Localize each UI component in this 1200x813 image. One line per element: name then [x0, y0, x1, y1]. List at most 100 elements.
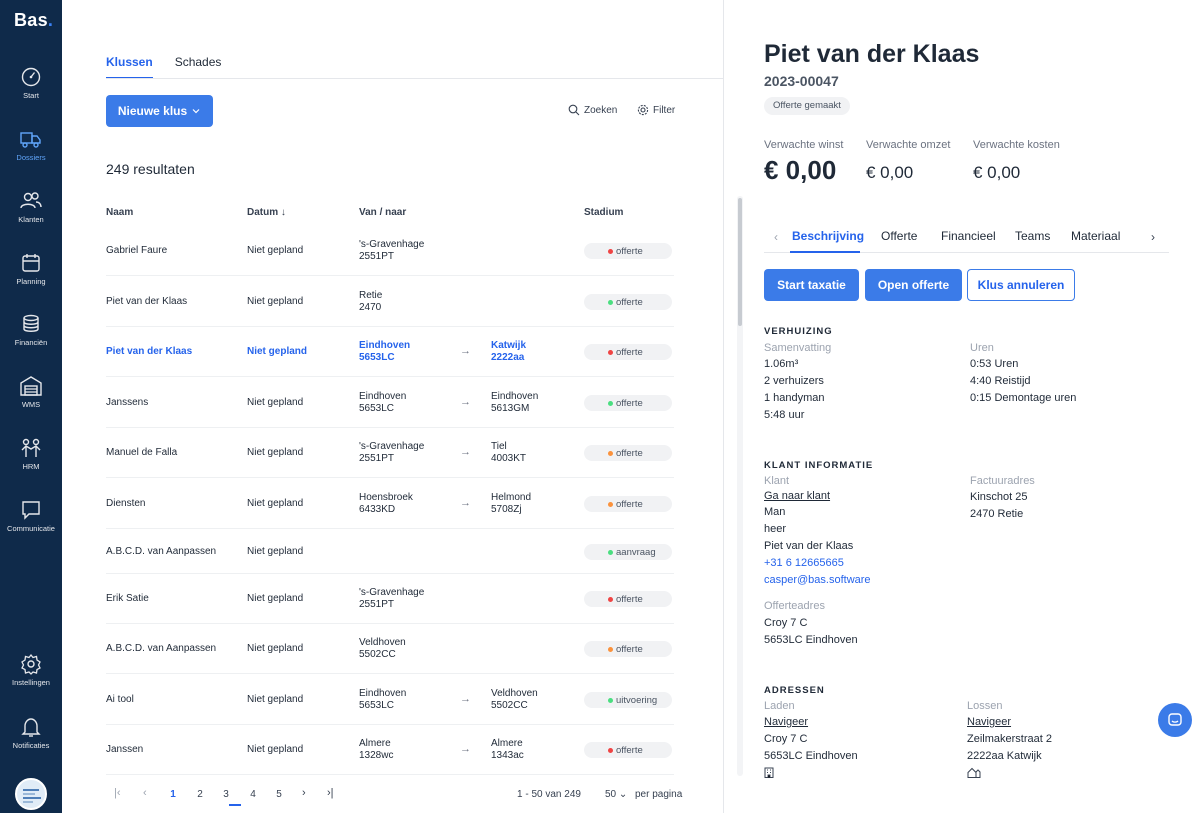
start-valuation-button[interactable]: Start taxatie — [764, 269, 859, 301]
open-quote-button[interactable]: Open offerte — [865, 269, 962, 301]
support-chat-button[interactable] — [1158, 703, 1192, 737]
page-range: 1 - 50 van 249 — [517, 789, 581, 800]
page-5[interactable]: 5 — [272, 789, 286, 800]
table-row[interactable]: A.B.C.D. van Aanpassen Niet gepland Veldho… — [106, 624, 674, 674]
chevron-right-icon[interactable]: › — [1151, 230, 1155, 244]
page-4[interactable]: 4 — [246, 789, 260, 800]
unload-navigate-link[interactable]: Navigeer — [967, 714, 1011, 731]
hours-disassembly: 0:15 Demontage uren — [970, 392, 1077, 404]
per-page-select[interactable]: 50 ⌄ — [605, 789, 627, 800]
row-to-zip: 2222aa — [491, 352, 525, 363]
status-dot-icon — [608, 350, 613, 355]
load-navigate-link[interactable]: Navigeer — [764, 714, 808, 731]
table-row[interactable]: Erik Satie Niet gepland 's-Gravenhage 2551P… — [106, 574, 674, 624]
truck-icon — [20, 132, 41, 148]
tab-offerte[interactable]: Offerte — [881, 229, 917, 243]
client-name-title: Piet van der Klaas — [764, 40, 980, 68]
next-page-icon[interactable]: › — [302, 787, 306, 799]
user-avatar[interactable] — [15, 778, 47, 810]
nav-item-hrm[interactable]: HRM — [0, 437, 62, 471]
new-job-button[interactable]: Nieuwe klus — [106, 95, 213, 127]
filter-button[interactable]: Filter — [637, 104, 675, 116]
stage-badge: offerte — [584, 294, 672, 310]
bell-icon — [21, 718, 41, 737]
hours-travel: 4:40 Reistijd — [970, 375, 1031, 387]
nav-item-klanten[interactable]: Klanten — [0, 190, 62, 224]
nav-item-planning[interactable]: Planning — [0, 252, 62, 286]
chevron-down-icon — [192, 109, 200, 114]
page-3[interactable]: 3 — [219, 789, 233, 800]
results-count: 249 resultaten — [106, 161, 195, 177]
arrow-right-icon: → — [460, 497, 471, 509]
column-header-name[interactable]: Naam — [106, 207, 133, 218]
per-page-label: per pagina — [635, 789, 683, 800]
nav-item-communicatie[interactable]: Communicatie — [0, 499, 62, 533]
stage-label: offerte — [616, 245, 643, 257]
chevron-left-icon[interactable]: ‹ — [774, 230, 778, 244]
page-2[interactable]: 2 — [193, 789, 207, 800]
table-row[interactable]: Janssen Niet gepland Almere 1328wc → Almere 13… — [106, 725, 674, 775]
stage-badge: offerte — [584, 496, 672, 512]
status-dot-icon — [608, 698, 613, 703]
calendar-icon — [22, 254, 40, 272]
row-date: Niet gepland — [247, 296, 304, 307]
prev-page-icon[interactable]: ‹ — [143, 787, 147, 799]
nav-label: Klanten — [18, 215, 44, 224]
arrow-right-icon: → — [460, 743, 471, 755]
table-row[interactable]: Piet van der Klaas Niet gepland Eindhoven 5… — [106, 327, 674, 377]
chevron-down-icon: ⌄ — [618, 789, 628, 800]
cancel-job-button[interactable]: Klus annuleren — [967, 269, 1075, 301]
sidebar: Bas. Start Dossiers Klanten Planning Fin… — [0, 0, 62, 813]
table-row[interactable]: Manuel de Falla Niet gepland 's-Gravenhage… — [106, 428, 674, 478]
nav-item-instellingen[interactable]: Instellingen — [0, 653, 62, 687]
metric-value-revenue: € 0,00 — [866, 163, 914, 182]
metric-value-costs: € 0,00 — [973, 163, 1021, 182]
row-to-zip: 5613GM — [491, 403, 530, 414]
stage-label: offerte — [616, 643, 643, 655]
tab-financieel[interactable]: Financieel — [941, 229, 996, 243]
stage-label: offerte — [616, 447, 643, 459]
go-to-client-link[interactable]: Ga naar klant — [764, 488, 830, 505]
table-row[interactable]: Ai tool Niet gepland Eindhoven 5653LC → Veldh… — [106, 674, 674, 725]
search-button[interactable]: Zoeken — [568, 104, 617, 116]
column-header-stage[interactable]: Stadium — [584, 207, 623, 218]
tab-materiaal[interactable]: Materiaal — [1071, 229, 1120, 243]
nav-item-start[interactable]: Start — [0, 66, 62, 100]
row-to-city: Veldhoven — [491, 688, 538, 699]
nav-label: Start — [23, 91, 39, 100]
tab-klussen[interactable]: Klussen — [106, 55, 153, 79]
column-header-date[interactable]: Datum ↓ — [247, 207, 286, 218]
table-row[interactable]: Janssens Niet gepland Eindhoven 5653LC → Eind… — [106, 377, 674, 428]
nav-item-dossiers[interactable]: Dossiers — [0, 128, 62, 162]
quote-city: 5653LC Eindhoven — [764, 634, 858, 646]
table-row[interactable]: Gabriel Faure Niet gepland 's-Gravenhage 25… — [106, 226, 674, 276]
table-row[interactable]: Piet van der Klaas Niet gepland Retie 2470 o… — [106, 276, 674, 327]
page-1[interactable]: 1 — [166, 789, 180, 800]
nav-item-notificaties[interactable]: Notificaties — [0, 716, 62, 750]
row-name: Piet van der Klaas — [106, 296, 188, 307]
tab-beschrijving[interactable]: Beschrijving — [792, 229, 864, 243]
column-header-route[interactable]: Van / naar — [359, 207, 406, 218]
unload-street: Zeilmakerstraat 2 — [967, 733, 1052, 745]
row-date: Niet gepland — [247, 498, 304, 509]
nav-item-wms[interactable]: WMS — [0, 375, 62, 409]
section-title-addresses: ADRESSEN — [764, 685, 825, 696]
nav-label: Dossiers — [16, 153, 46, 162]
client-email-link[interactable]: casper@bas.software — [764, 572, 871, 589]
tab-teams[interactable]: Teams — [1015, 229, 1050, 243]
unload-city: 2222aa Katwijk — [967, 750, 1042, 762]
row-to-zip: 5708Zj — [491, 504, 522, 515]
table-row[interactable]: A.B.C.D. van Aanpassen Niet gepland aanvra… — [106, 529, 674, 574]
table-row[interactable]: Diensten Niet gepland Hoensbroek 6433KD → Hel… — [106, 478, 674, 529]
client-phone-link[interactable]: +31 6 12665665 — [764, 555, 844, 572]
nav-label: Planning — [16, 277, 46, 286]
stage-badge: offerte — [584, 344, 672, 360]
gear-icon — [21, 653, 41, 675]
first-page-icon[interactable]: |‹ — [114, 787, 121, 799]
stage-badge: uitvoering — [584, 692, 672, 708]
row-from-city: 's-Gravenhage — [359, 441, 425, 452]
tab-schades[interactable]: Schades — [175, 55, 222, 79]
last-page-icon[interactable]: ›| — [327, 787, 334, 799]
nav-item-financien[interactable]: Financiën — [0, 313, 62, 347]
app-logo[interactable]: Bas. — [14, 10, 53, 31]
